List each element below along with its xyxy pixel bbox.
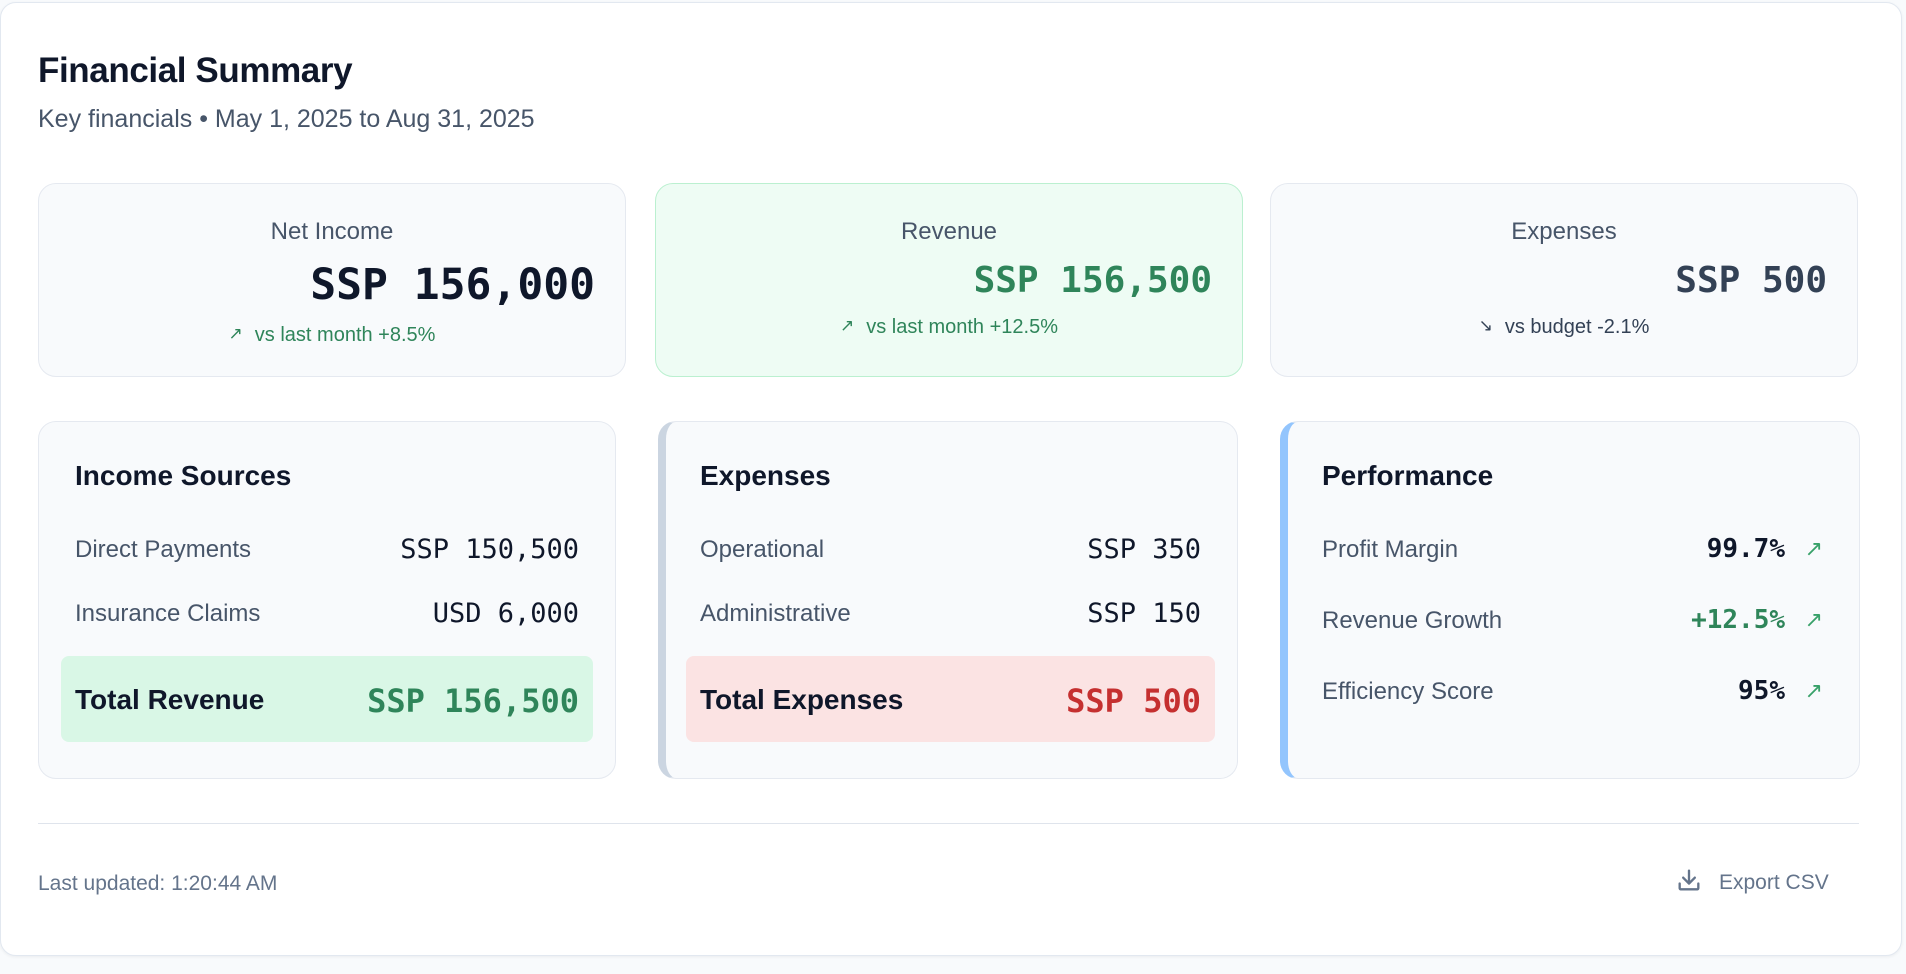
metric-row: Efficiency Score 95% ↗ xyxy=(1322,672,1829,712)
trend-up-icon: ↗ xyxy=(1804,607,1823,632)
metric-label: Profit Margin xyxy=(1322,536,1459,563)
trend-down-icon: ↘ xyxy=(1478,316,1493,335)
kpi-trend: ↗ vs last month +8.5% xyxy=(39,324,625,347)
total-value: SSP 156,500 xyxy=(367,682,579,720)
row-value: SSP 150,500 xyxy=(400,534,579,565)
total-label: Total Revenue xyxy=(75,684,265,715)
last-updated-text: Last updated: 1:20:44 AM xyxy=(38,872,278,895)
metric-value: 99.7% xyxy=(1706,534,1785,564)
metric-value: 95% xyxy=(1738,676,1785,706)
row-label: Administrative xyxy=(700,600,851,627)
kpi-label: Net Income xyxy=(270,218,394,245)
performance-panel: Performance Profit Margin 99.7% ↗ Revenu… xyxy=(1280,421,1860,779)
kpi-trend: ↘ vs budget -2.1% xyxy=(1271,316,1857,339)
kpi-value: SSP 156,500 xyxy=(973,260,1212,301)
panel-title: Performance xyxy=(1322,460,1494,491)
kpi-value: SSP 500 xyxy=(1675,260,1827,301)
kpi-trend-text: vs last month +8.5% xyxy=(254,324,436,346)
trend-up-icon: ↗ xyxy=(1804,536,1823,561)
row-value: SSP 350 xyxy=(1087,534,1201,565)
metric-value: +12.5% xyxy=(1691,605,1785,635)
row-value: USD 6,000 xyxy=(432,598,579,629)
export-label: Export CSV xyxy=(1719,871,1829,894)
kpi-value: SSP 156,000 xyxy=(310,260,595,310)
total-revenue-row: Total Revenue SSP 156,500 xyxy=(61,656,593,742)
download-icon xyxy=(1675,866,1703,900)
row-value: SSP 150 xyxy=(1087,598,1201,629)
panel-title: Expenses xyxy=(700,460,831,491)
total-value: SSP 500 xyxy=(1066,682,1201,720)
income-sources-panel: Income Sources Direct Payments SSP 150,5… xyxy=(38,421,616,779)
kpi-trend-text: vs budget -2.1% xyxy=(1504,316,1650,338)
metric-label: Efficiency Score xyxy=(1322,678,1494,705)
page-title: Financial Summary xyxy=(38,51,353,90)
total-label: Total Expenses xyxy=(700,684,904,715)
page-subtitle: Key financials • May 1, 2025 to Aug 31, … xyxy=(38,105,535,133)
export-csv-button[interactable]: Export CSV xyxy=(1661,857,1861,909)
trend-up-icon: ↗ xyxy=(839,316,855,335)
kpi-card-net-income: Net Income SSP 156,000 ↗ vs last month +8… xyxy=(38,183,626,377)
row-label: Operational xyxy=(700,536,825,563)
panel-title: Income Sources xyxy=(75,460,292,491)
list-item: Insurance Claims USD 6,000 xyxy=(75,594,579,634)
row-label: Direct Payments xyxy=(75,536,252,563)
kpi-card-expenses: Expenses SSP 500 ↘ vs budget -2.1% xyxy=(1270,183,1858,377)
list-item: Direct Payments SSP 150,500 xyxy=(75,530,579,570)
trend-up-icon: ↗ xyxy=(1804,678,1823,703)
trend-up-icon: ↗ xyxy=(228,324,243,343)
kpi-trend-text: vs last month +12.5% xyxy=(866,316,1059,338)
card-header: Financial Summary Key financials • May 1… xyxy=(38,51,535,134)
metric-label: Revenue Growth xyxy=(1322,607,1503,634)
metric-row: Revenue Growth +12.5% ↗ xyxy=(1322,601,1829,641)
kpi-trend: ↗ vs last month +12.5% xyxy=(656,316,1242,339)
row-label: Insurance Claims xyxy=(75,600,261,627)
kpi-card-revenue: Revenue SSP 156,500 ↗ vs last month +12.5… xyxy=(655,183,1243,377)
metric-row: Profit Margin 99.7% ↗ xyxy=(1322,530,1829,570)
footer-divider xyxy=(38,823,1859,824)
list-item: Operational SSP 350 xyxy=(700,530,1201,570)
list-item: Administrative SSP 150 xyxy=(700,594,1201,634)
expenses-panel: Expenses Operational SSP 350 Administrat… xyxy=(658,421,1238,779)
total-expenses-row: Total Expenses SSP 500 xyxy=(686,656,1215,742)
financial-summary-card: Financial Summary Key financials • May 1… xyxy=(0,2,1902,956)
kpi-label: Expenses xyxy=(1511,218,1617,245)
kpi-label: Revenue xyxy=(900,218,998,245)
